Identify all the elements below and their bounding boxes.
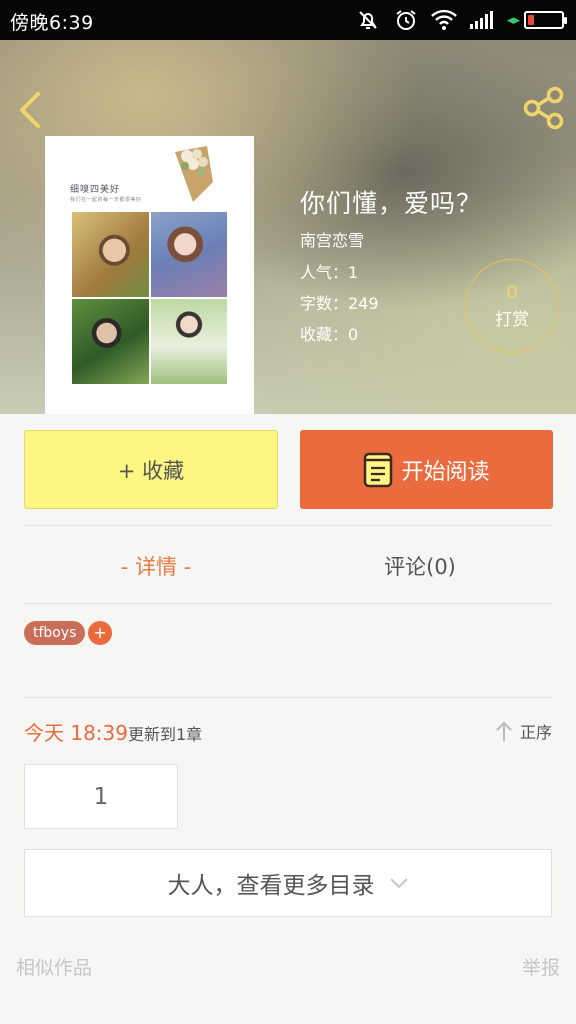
add-tag-button[interactable]: +: [88, 621, 112, 645]
cover-photo-grid: [72, 212, 227, 384]
book-word-count: 字数：249: [300, 294, 379, 313]
cover-photo: [72, 212, 149, 297]
divider: [24, 603, 552, 604]
update-text: 更新到1章: [128, 725, 203, 744]
book-author[interactable]: 南宫恋雪: [300, 227, 364, 251]
book-popularity: 人气：1: [300, 263, 359, 282]
wifi-icon: [431, 7, 457, 33]
chapter-item[interactable]: 1: [24, 764, 178, 829]
divider: [24, 525, 552, 526]
more-catalog-label: 大人，查看更多目录: [167, 873, 375, 899]
share-button[interactable]: [522, 86, 566, 130]
battery-icon: [524, 11, 567, 29]
status-bar: 傍晚6:39 ◂▸: [0, 0, 576, 40]
more-catalog-button[interactable]: 大人，查看更多目录: [24, 849, 552, 917]
status-icons: ◂▸: [355, 6, 567, 34]
reward-count: 0: [506, 282, 518, 303]
chapter-label: 1: [93, 783, 109, 810]
tab-comments[interactable]: 评论(0): [324, 548, 516, 586]
divider: [24, 697, 552, 698]
cover-photo: [150, 212, 227, 297]
collect-label: + 收藏: [117, 458, 185, 483]
arrow-up-icon: [496, 721, 512, 741]
cover-photo: [150, 299, 227, 384]
tab-details[interactable]: - 详情 -: [60, 548, 252, 586]
cover-subtitle: 我们在一起的每一天都很美好: [70, 197, 142, 203]
charging-icon: ◂▸: [506, 12, 520, 28]
book-favorites: 收藏：0: [300, 325, 359, 344]
book-title: 你们懂，爱吗？: [300, 189, 483, 218]
signal-icon: [469, 7, 495, 33]
reward-label: 打赏: [495, 310, 529, 330]
tag-chip[interactable]: tfboys: [24, 621, 86, 645]
back-button[interactable]: [14, 90, 46, 130]
share-icon: [523, 86, 564, 130]
book-icon: [364, 452, 393, 487]
book-header: 细嗅四美好 我们在一起的每一天都很美好 你们懂，爱吗？ 南宫恋雪 人气：1 字数…: [0, 40, 576, 414]
cover-photo: [72, 299, 149, 384]
start-reading-label: 开始阅读: [401, 459, 490, 485]
report-button[interactable]: 举报: [522, 953, 560, 980]
similar-works-label: 相似作品: [16, 957, 93, 979]
bouquet-icon: [175, 146, 213, 202]
sort-order-button[interactable]: 正序: [494, 718, 552, 744]
cover-title: 细嗅四美好: [70, 185, 121, 195]
collect-button[interactable]: + 收藏: [24, 430, 278, 509]
sort-order-label: 正序: [519, 723, 552, 742]
update-time: 今天 18:39: [24, 721, 128, 745]
chevron-down-icon: [389, 878, 408, 889]
reward-button[interactable]: 0 打赏: [465, 259, 559, 353]
alarm-icon: [393, 7, 419, 33]
start-reading-button[interactable]: 开始阅读: [300, 430, 553, 509]
status-time: 傍晚6:39: [10, 12, 94, 34]
chevron-left-icon: [20, 92, 40, 128]
bell-muted-icon: [355, 7, 381, 33]
book-cover[interactable]: 细嗅四美好 我们在一起的每一天都很美好: [45, 136, 254, 414]
